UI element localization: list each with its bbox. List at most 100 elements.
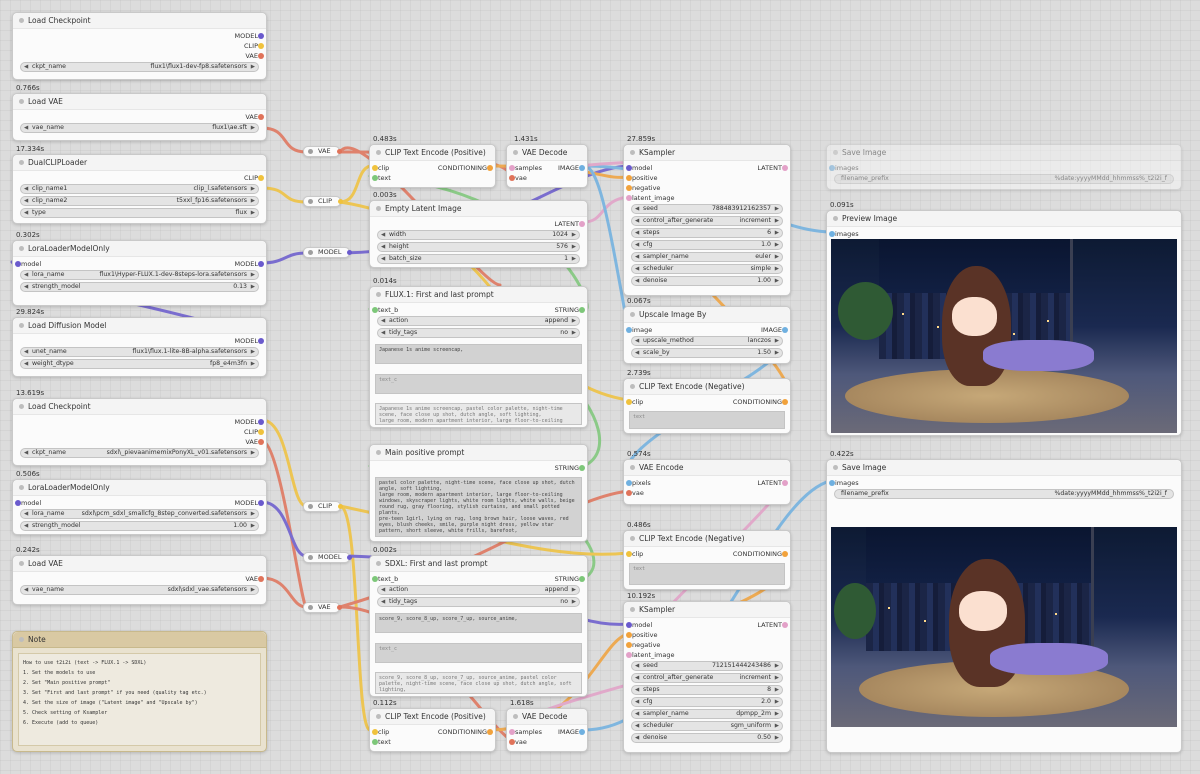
- output-image-port[interactable]: [782, 327, 788, 333]
- arrow-left-icon[interactable]: ◀: [24, 360, 28, 368]
- output-vae-port[interactable]: [258, 53, 264, 59]
- output-clip[interactable]: CLIP: [244, 42, 264, 50]
- collapse-dot-icon[interactable]: [376, 561, 381, 566]
- node-title[interactable]: CLIP Text Encode (Negative): [624, 379, 790, 395]
- text-a-textarea[interactable]: score_9, score_8_up, score_7_up, source_…: [375, 613, 582, 633]
- arrow-left-icon[interactable]: ◀: [24, 185, 28, 193]
- collapse-dot-icon[interactable]: [513, 150, 518, 155]
- input-negative-port[interactable]: [626, 185, 632, 191]
- output-conditioning[interactable]: CONDITIONING: [733, 550, 788, 558]
- clip-name2-combo[interactable]: ◀ clip_name2 t5xxl_fp16.safetensors ▶: [20, 196, 259, 206]
- width-number[interactable]: ◀ width 1024 ▶: [377, 230, 580, 240]
- node-title[interactable]: CLIP Text Encode (Positive): [370, 709, 495, 725]
- input-model[interactable]: model: [15, 260, 41, 268]
- input-latent-image-port[interactable]: [626, 652, 632, 658]
- collapse-dot-icon[interactable]: [19, 323, 24, 328]
- arrow-right-icon[interactable]: ▶: [251, 124, 255, 132]
- node-title[interactable]: VAE Decode: [507, 145, 587, 161]
- arrow-left-icon[interactable]: ◀: [24, 197, 28, 205]
- output-model[interactable]: MODEL: [235, 32, 264, 40]
- input-clip-port[interactable]: [626, 399, 632, 405]
- node-title[interactable]: Load Diffusion Model: [13, 318, 266, 334]
- arrow-left-icon[interactable]: ◀: [635, 277, 639, 285]
- reroute-vae[interactable]: VAE: [303, 146, 342, 157]
- input-vae[interactable]: vae: [626, 489, 644, 497]
- input-clip-port[interactable]: [372, 165, 378, 171]
- arrow-right-icon[interactable]: ▶: [572, 255, 576, 263]
- arrow-right-icon[interactable]: ▶: [775, 698, 779, 706]
- output-string[interactable]: STRING: [555, 464, 585, 472]
- node-load-checkpoint-flux[interactable]: Load Checkpoint MODEL CLIP VAE ◀ ckpt_nam…: [12, 12, 267, 80]
- node-title[interactable]: Load Checkpoint: [13, 399, 266, 415]
- output-image[interactable]: IMAGE: [558, 728, 585, 736]
- scheduler-combo[interactable]: ◀ scheduler simple ▶: [631, 264, 783, 274]
- reroute-input-port[interactable]: [308, 199, 313, 204]
- input-clip[interactable]: clip: [626, 550, 643, 558]
- input-model-port[interactable]: [626, 165, 632, 171]
- output-model[interactable]: MODEL: [235, 337, 264, 345]
- input-latent-image-port[interactable]: [626, 195, 632, 201]
- arrow-right-icon[interactable]: ▶: [251, 63, 255, 71]
- node-title[interactable]: Load VAE: [13, 94, 266, 110]
- node-title[interactable]: Empty Latent Image: [370, 201, 587, 217]
- arrow-right-icon[interactable]: ▶: [251, 271, 255, 279]
- input-model-port[interactable]: [626, 622, 632, 628]
- output-clip-port[interactable]: [258, 175, 264, 181]
- reroute-model[interactable]: MODEL: [303, 552, 353, 563]
- node-clip-text-encode-positive-flux[interactable]: CLIP Text Encode (Positive) clip text CO…: [369, 144, 496, 188]
- collapse-dot-icon[interactable]: [376, 714, 381, 719]
- output-conditioning-port[interactable]: [487, 165, 493, 171]
- input-vae-port[interactable]: [509, 175, 515, 181]
- collapse-dot-icon[interactable]: [630, 607, 635, 612]
- node-load-diffusion-model[interactable]: Load Diffusion Model MODEL ◀ unet_name flu…: [12, 317, 267, 377]
- denoise-number[interactable]: ◀ denoise 0.50 ▶: [631, 733, 783, 743]
- arrow-right-icon[interactable]: ▶: [572, 231, 576, 239]
- collapse-dot-icon[interactable]: [630, 384, 635, 389]
- arrow-left-icon[interactable]: ◀: [635, 205, 639, 213]
- input-image-port[interactable]: [626, 327, 632, 333]
- arrow-left-icon[interactable]: ◀: [635, 722, 639, 730]
- input-clip[interactable]: clip: [372, 164, 389, 172]
- collapse-dot-icon[interactable]: [833, 150, 838, 155]
- input-images-port[interactable]: [829, 165, 835, 171]
- arrow-right-icon[interactable]: ▶: [775, 277, 779, 285]
- node-clip-text-encode-positive-sdxl[interactable]: CLIP Text Encode (Positive) clip text CO…: [369, 708, 496, 752]
- input-vae[interactable]: vae: [509, 174, 527, 182]
- output-clip[interactable]: CLIP: [244, 428, 264, 436]
- output-clip-port[interactable]: [258, 429, 264, 435]
- steps-number[interactable]: ◀ steps 6 ▶: [631, 228, 783, 238]
- arrow-left-icon[interactable]: ◀: [24, 63, 28, 71]
- reroute-input-port[interactable]: [308, 250, 313, 255]
- text-c-textarea[interactable]: text_c: [375, 374, 582, 394]
- input-positive[interactable]: positive: [626, 631, 658, 639]
- arrow-right-icon[interactable]: ▶: [775, 205, 779, 213]
- collapse-dot-icon[interactable]: [19, 246, 24, 251]
- input-negative[interactable]: negative: [626, 641, 660, 649]
- output-image-port[interactable]: [579, 729, 585, 735]
- node-title[interactable]: Load Checkpoint: [13, 13, 266, 29]
- unet-name-combo[interactable]: ◀ unet_name flux1\flux.1-lite-8B-alpha.saf…: [20, 347, 259, 357]
- input-vae-port[interactable]: [626, 490, 632, 496]
- control-after-generate-combo[interactable]: ◀ control_after_generate increment ▶: [631, 673, 783, 683]
- node-ksampler-flux[interactable]: KSampler model positive negative latent_…: [623, 144, 791, 296]
- collapse-dot-icon[interactable]: [19, 485, 24, 490]
- input-latent-image[interactable]: latent_image: [626, 651, 675, 659]
- arrow-right-icon[interactable]: ▶: [775, 662, 779, 670]
- collapse-dot-icon[interactable]: [376, 206, 381, 211]
- filename-prefix-field[interactable]: filename_prefix %date:yyyyMMdd_hhmmss%_t2…: [834, 174, 1174, 184]
- cfg-number[interactable]: ◀ cfg 1.0 ▶: [631, 240, 783, 250]
- collapse-dot-icon[interactable]: [376, 150, 381, 155]
- lora-name-combo[interactable]: ◀ lora_name flux1\Hyper-FLUX.1-dev-8steps-…: [20, 270, 259, 280]
- filename-prefix-field[interactable]: filename_prefix %date:yyyyMMdd_hhmmss%_t2…: [834, 489, 1174, 499]
- output-conditioning-port[interactable]: [782, 399, 788, 405]
- output-string[interactable]: STRING: [555, 306, 585, 314]
- text-c-textarea[interactable]: text_c: [375, 643, 582, 663]
- collapse-dot-icon[interactable]: [376, 292, 381, 297]
- arrow-left-icon[interactable]: ◀: [381, 598, 385, 606]
- collapse-dot-icon[interactable]: [19, 637, 24, 642]
- negative-text-textarea[interactable]: text: [629, 563, 785, 585]
- ckpt-name-combo[interactable]: ◀ ckpt_name flux1\flux1-dev-fp8.safetensor…: [20, 62, 259, 72]
- input-samples-port[interactable]: [509, 729, 515, 735]
- arrow-right-icon[interactable]: ▶: [251, 348, 255, 356]
- denoise-number[interactable]: ◀ denoise 1.00 ▶: [631, 276, 783, 286]
